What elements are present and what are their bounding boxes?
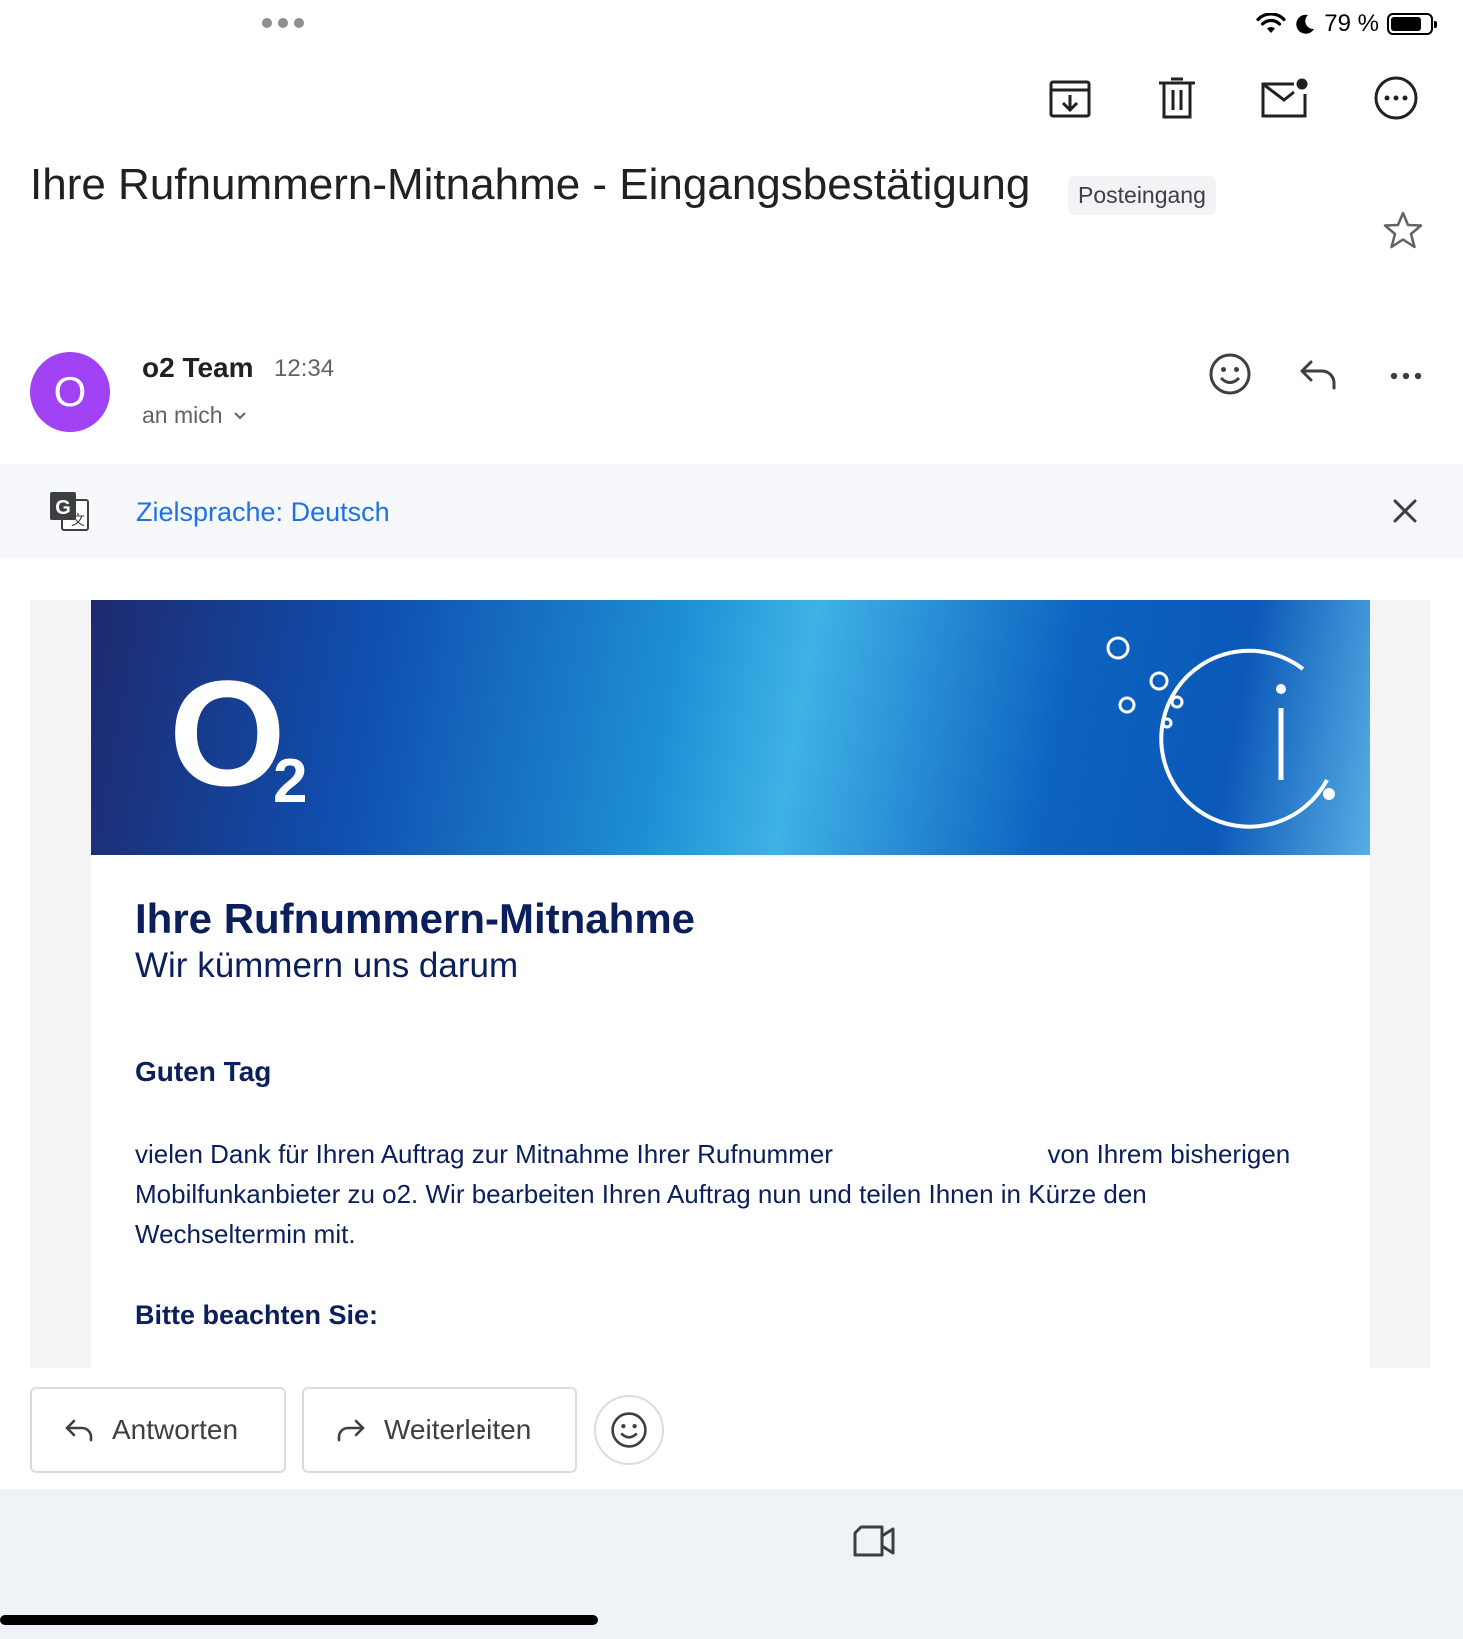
star-icon <box>1383 211 1423 249</box>
target-language-link[interactable]: Zielsprache: Deutsch <box>136 497 390 528</box>
meet-button[interactable] <box>852 1523 896 1564</box>
reply-icon <box>1300 360 1336 390</box>
recipient-label: an mich <box>142 402 223 428</box>
google-translate-icon: G 文 <box>50 492 89 531</box>
star-button[interactable] <box>1383 210 1423 255</box>
home-indicator[interactable] <box>0 1615 598 1625</box>
mark-unread-button[interactable] <box>1259 72 1311 124</box>
battery-fill <box>1391 17 1422 31</box>
multitasking-dots[interactable] <box>262 18 304 28</box>
more-options-button[interactable] <box>1370 72 1422 124</box>
status-bar: 79 % <box>1256 10 1437 38</box>
archive-icon <box>1049 80 1091 118</box>
paragraph-part-1: vielen Dank für Ihren Auftrag zur Mitnah… <box>135 1139 833 1169</box>
content-heading: Ihre Rufnummern-Mitnahme <box>135 895 696 942</box>
email-time: 12:34 <box>274 355 335 382</box>
wifi-icon <box>1256 13 1286 33</box>
recipient-details-toggle[interactable]: an mich <box>142 402 247 429</box>
close-icon <box>1393 499 1417 523</box>
svg-text:G: G <box>55 497 71 519</box>
add-reaction-button[interactable] <box>1208 352 1252 401</box>
emoji-icon <box>611 1412 647 1448</box>
email-content-card: O2 Ihre Rufnummern-Mitnahme Wir kümmern … <box>91 600 1370 1368</box>
emoji-icon <box>1209 353 1251 395</box>
forward-button[interactable]: Weiterleiten <box>302 1387 577 1473</box>
message-more-button[interactable] <box>1388 362 1424 395</box>
o2-logo: O2 <box>169 649 308 817</box>
mail-unread-icon <box>1261 78 1308 118</box>
email-body: O2 Ihre Rufnummern-Mitnahme Wir kümmern … <box>30 600 1430 1368</box>
more-circle-icon <box>1374 76 1418 120</box>
content-subheading: Wir kümmern uns darum <box>135 946 519 985</box>
sender-name: o2 Team <box>142 352 254 383</box>
battery-icon <box>1387 13 1437 35</box>
sender-avatar[interactable]: O <box>30 352 110 432</box>
emoji-reaction-button[interactable] <box>594 1395 664 1465</box>
note-heading: Bitte beachten Sie: <box>135 1300 379 1330</box>
translate-icon-wrap: G 文 <box>48 490 90 537</box>
reply-button[interactable]: Antworten <box>30 1387 286 1473</box>
moon-icon <box>1296 14 1315 34</box>
delete-button[interactable] <box>1151 72 1203 124</box>
email-subject: Ihre Rufnummern-Mitnahme - Eingangsbestä… <box>30 160 1031 209</box>
label-chip-inbox[interactable]: Posteingang <box>1068 176 1216 215</box>
forward-icon <box>337 1419 365 1442</box>
more-horizontal-icon <box>1390 372 1422 380</box>
trash-icon <box>1159 77 1195 119</box>
svg-text:文: 文 <box>71 513 85 529</box>
greeting: Guten Tag <box>135 1056 272 1087</box>
archive-button[interactable] <box>1044 72 1096 124</box>
reply-icon <box>65 1419 93 1442</box>
forward-label: Weiterleiten <box>384 1414 532 1445</box>
body-paragraph: vielen Dank für Ihren Auftrag zur Mitnah… <box>135 1134 1295 1254</box>
video-camera-icon <box>853 1525 895 1557</box>
reply-label: Antworten <box>112 1414 239 1445</box>
reply-icon-button[interactable] <box>1298 356 1338 397</box>
o2-banner: O2 <box>91 600 1370 855</box>
info-bubbles-icon <box>1106 636 1335 829</box>
close-translate-button[interactable] <box>1392 498 1418 529</box>
chevron-down-icon <box>233 411 246 419</box>
battery-percent: 79 % <box>1324 10 1379 37</box>
